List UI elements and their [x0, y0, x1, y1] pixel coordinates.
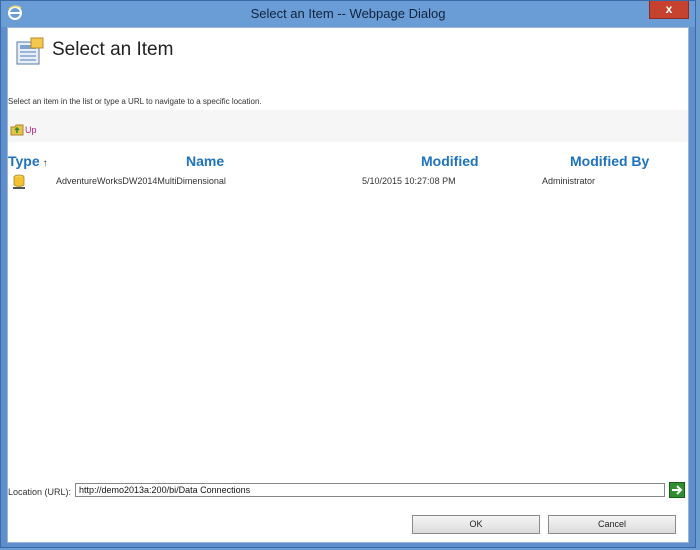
sort-ascending-icon: ↑ [42, 158, 48, 169]
window-title: Select an Item -- Webpage Dialog [250, 6, 446, 21]
page-title: Select an Item [52, 39, 174, 60]
close-button[interactable]: x [649, 1, 689, 19]
row-modified-by: Administrator [542, 176, 596, 186]
column-header-type-label: Type [8, 153, 40, 169]
toolbar: Up [8, 110, 688, 142]
location-label: Location (URL): [8, 487, 72, 497]
cancel-button[interactable]: Cancel [548, 515, 676, 534]
dialog-content: Select an Item Select an item in the lis… [7, 27, 689, 543]
row-name[interactable]: AdventureWorksDW2014MultiDimensional [56, 176, 226, 186]
folder-up-icon [10, 124, 24, 136]
column-header-type[interactable]: Type ↑ [8, 153, 48, 169]
go-arrow-icon[interactable] [669, 482, 685, 498]
table-row[interactable]: AdventureWorksDW2014MultiDimensional 5/1… [8, 174, 688, 192]
up-button[interactable]: Up [10, 123, 37, 137]
list-picker-icon [16, 37, 44, 65]
row-modified: 5/10/2015 10:27:08 PM [362, 176, 456, 186]
column-header-modified-by[interactable]: Modified By [570, 153, 649, 169]
column-header-modified[interactable]: Modified [421, 153, 479, 169]
instruction-text: Select an item in the list or type a URL… [8, 97, 262, 106]
dialog-window: Select an Item -- Webpage Dialog x Selec… [0, 0, 696, 548]
title-bar[interactable]: Select an Item -- Webpage Dialog x [1, 1, 695, 27]
ok-button[interactable]: OK [412, 515, 540, 534]
column-header-name[interactable]: Name [186, 153, 224, 169]
database-icon [13, 174, 25, 189]
up-label: Up [25, 125, 37, 135]
location-url-input[interactable] [75, 483, 665, 497]
